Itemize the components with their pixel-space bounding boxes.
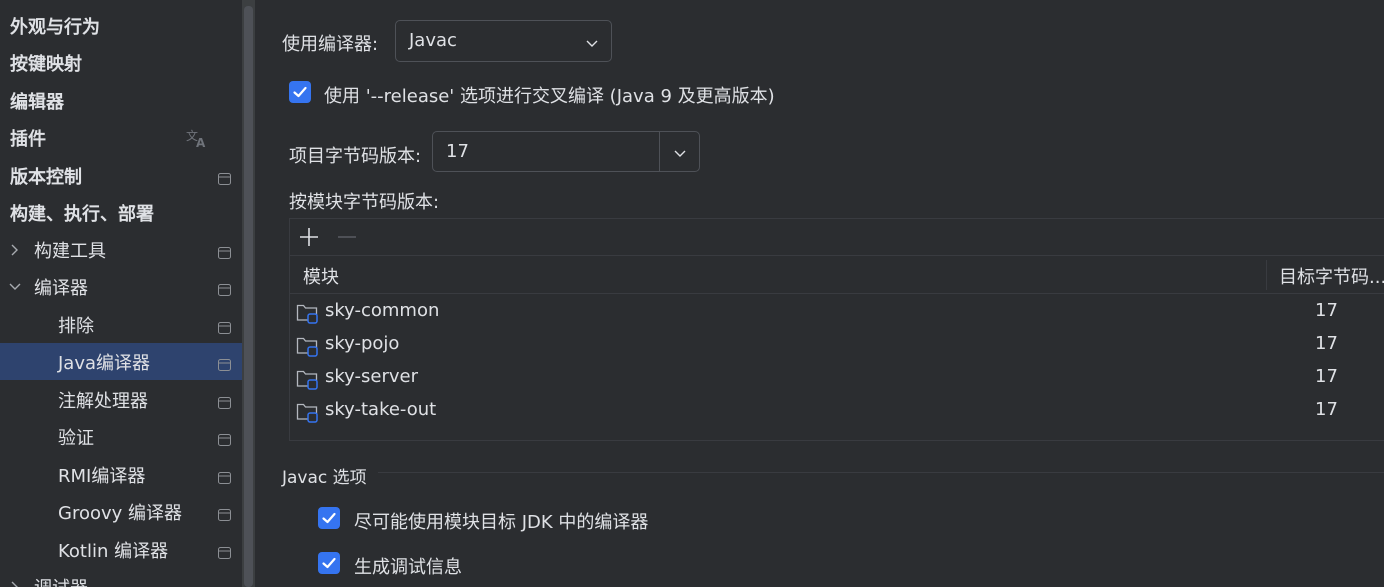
project-level-icon xyxy=(218,355,231,371)
sidebar-item-java-compiler[interactable]: Java编译器 xyxy=(0,343,242,380)
checkmark-icon xyxy=(322,557,336,569)
sidebar-item-label: RMI编译器 xyxy=(58,465,146,487)
sidebar-item-label: 编辑器 xyxy=(10,91,64,113)
module-bytecode-version[interactable]: 17 xyxy=(1315,300,1338,321)
svg-text:A: A xyxy=(196,136,206,149)
compiler-dropdown-value: Javac xyxy=(409,30,457,51)
checkmark-icon xyxy=(293,86,307,98)
project-level-icon xyxy=(218,318,231,334)
table-row[interactable]: sky-take-out 17 xyxy=(290,394,1384,427)
sidebar-item-label: 版本控制 xyxy=(10,166,82,188)
add-icon[interactable] xyxy=(299,227,319,252)
module-bytecode-table: 模块 目标字节码... sky-common 17 sky-pojo 17 sk… xyxy=(289,218,1384,441)
javac-options-section-title: Javac 选项 xyxy=(282,468,367,488)
checkmark-icon xyxy=(322,512,336,524)
settings-sidebar: 外观与行为 按键映射 编辑器 插件 文 A 版本控制 构建、执行、部署 构建工具 xyxy=(0,0,242,587)
table-toolbar xyxy=(290,219,1384,256)
column-header-module[interactable]: 模块 xyxy=(303,263,339,289)
module-folder-icon xyxy=(296,401,320,428)
project-level-icon xyxy=(218,505,231,521)
sidebar-item-groovy-compiler[interactable]: Groovy 编译器 xyxy=(0,493,242,530)
sidebar-item-label: Groovy 编译器 xyxy=(58,502,183,524)
chevron-right-icon[interactable] xyxy=(8,578,22,587)
sidebar-item-vcs[interactable]: 版本控制 xyxy=(0,157,242,194)
module-bytecode-version[interactable]: 17 xyxy=(1315,333,1338,354)
sidebar-item-label: 验证 xyxy=(58,427,94,449)
table-row[interactable]: sky-common 17 xyxy=(290,295,1384,328)
sidebar-item-build-tools[interactable]: 构建工具 xyxy=(0,231,242,268)
section-divider xyxy=(378,472,1384,473)
debug-info-label[interactable]: 生成调试信息 xyxy=(354,553,462,579)
sidebar-item-rmi-compiler[interactable]: RMI编译器 xyxy=(0,456,242,493)
project-level-icon xyxy=(218,243,231,259)
table-row[interactable]: sky-pojo 17 xyxy=(290,328,1384,361)
sidebar-item-annotation-processors[interactable]: 注解处理器 xyxy=(0,381,242,418)
module-bytecode-version[interactable]: 17 xyxy=(1315,366,1338,387)
sidebar-item-excludes[interactable]: 排除 xyxy=(0,306,242,343)
table-header: 模块 目标字节码... xyxy=(290,256,1384,294)
project-level-icon xyxy=(218,393,231,409)
module-folder-icon xyxy=(296,302,320,329)
module-bytecode-version[interactable]: 17 xyxy=(1315,399,1338,420)
project-level-icon xyxy=(218,280,231,296)
remove-icon[interactable] xyxy=(337,227,357,252)
sidebar-item-validation[interactable]: 验证 xyxy=(0,418,242,455)
chevron-right-icon[interactable] xyxy=(8,241,22,256)
sidebar-item-compiler[interactable]: 编译器 xyxy=(0,268,242,305)
compiler-dropdown[interactable]: Javac xyxy=(395,20,612,62)
module-jdk-compiler-checkbox[interactable] xyxy=(318,507,340,529)
java-compiler-settings-panel: 使用编译器: Javac 使用 '--release' 选项进行交叉编译 (Ja… xyxy=(255,0,1384,587)
compiler-label: 使用编译器: xyxy=(282,34,379,55)
project-level-icon xyxy=(218,468,231,484)
module-folder-icon xyxy=(296,335,320,362)
project-level-icon xyxy=(218,430,231,446)
sidebar-item-kotlin-compiler[interactable]: Kotlin 编译器 xyxy=(0,531,242,568)
per-module-bytecode-label: 按模块字节码版本: xyxy=(289,192,440,213)
combo-divider xyxy=(659,132,660,171)
module-name: sky-common xyxy=(325,300,440,321)
module-jdk-compiler-label[interactable]: 尽可能使用模块目标 JDK 中的编译器 xyxy=(354,508,648,534)
sidebar-item-keymap[interactable]: 按键映射 xyxy=(0,44,242,81)
module-name: sky-pojo xyxy=(325,333,400,354)
sidebar-item-label: 构建、执行、部署 xyxy=(10,203,154,225)
sidebar-item-build-execution-deployment[interactable]: 构建、执行、部署 xyxy=(0,194,242,231)
project-level-icon xyxy=(218,543,231,559)
chevron-down-icon[interactable] xyxy=(673,145,687,166)
sidebar-item-editor[interactable]: 编辑器 xyxy=(0,82,242,119)
sidebar-item-plugins[interactable]: 插件 文 A xyxy=(0,119,242,156)
column-header-target-bytecode[interactable]: 目标字节码... xyxy=(1279,263,1384,289)
chevron-down-icon[interactable] xyxy=(8,278,22,292)
table-row[interactable]: sky-server 17 xyxy=(290,361,1384,394)
sidebar-item-label: Java编译器 xyxy=(58,352,151,374)
module-folder-icon xyxy=(296,368,320,395)
bytecode-version-value[interactable]: 17 xyxy=(446,141,469,162)
translate-icon: 文 A xyxy=(185,127,209,150)
sidebar-item-label: 注解处理器 xyxy=(58,390,148,412)
bytecode-version-label: 项目字节码版本: xyxy=(289,146,422,167)
module-name: sky-server xyxy=(325,366,418,387)
release-option-label[interactable]: 使用 '--release' 选项进行交叉编译 (Java 9 及更高版本) xyxy=(324,82,775,108)
column-divider[interactable] xyxy=(1266,260,1267,290)
bytecode-version-combo[interactable]: 17 xyxy=(432,131,700,172)
sidebar-item-label: 外观与行为 xyxy=(10,16,100,38)
sidebar-item-debugger[interactable]: 调试器 xyxy=(0,568,242,587)
sidebar-item-label: 排除 xyxy=(58,315,94,337)
module-name: sky-take-out xyxy=(325,399,437,420)
debug-info-checkbox[interactable] xyxy=(318,552,340,574)
release-option-checkbox[interactable] xyxy=(289,81,311,103)
sidebar-scroll-thumb[interactable] xyxy=(244,6,253,587)
sidebar-item-label: 插件 xyxy=(10,128,46,150)
sidebar-item-appearance[interactable]: 外观与行为 xyxy=(0,7,242,44)
sidebar-item-label: Kotlin 编译器 xyxy=(58,540,169,562)
project-level-icon xyxy=(218,169,231,185)
sidebar-item-label: 按键映射 xyxy=(10,53,82,75)
chevron-down-icon xyxy=(585,35,599,56)
